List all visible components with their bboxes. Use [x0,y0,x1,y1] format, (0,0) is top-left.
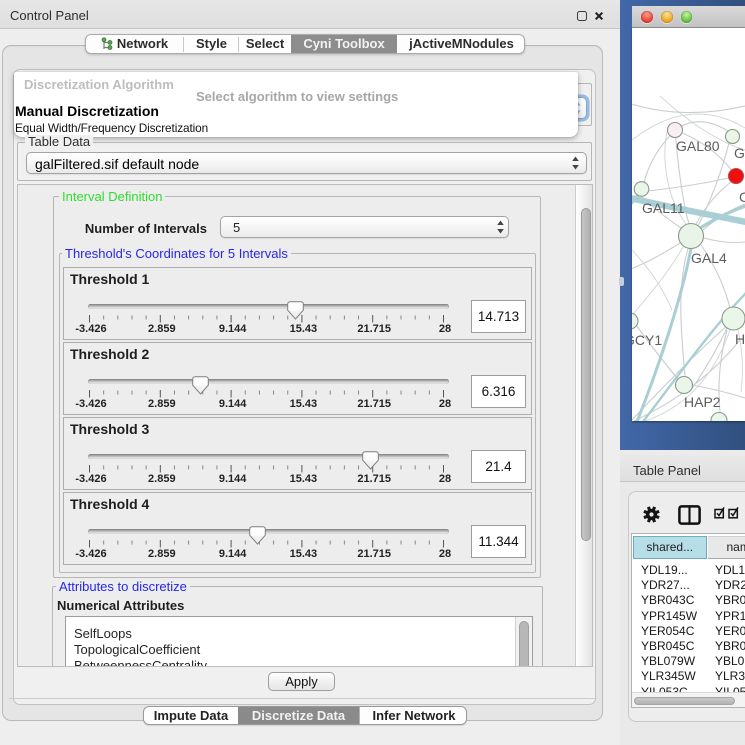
svg-text:GCY1: GCY1 [632,332,662,348]
svg-text:GAL4: GAL4 [691,250,727,266]
svg-text:GAL11: GAL11 [642,200,685,216]
svg-text:HI: HI [735,331,745,347]
svg-text:CD: CD [739,189,745,205]
svg-text:GAL80: GAL80 [676,138,720,154]
svg-text:GA: GA [734,145,745,161]
svg-text:HAP2: HAP2 [684,394,721,410]
